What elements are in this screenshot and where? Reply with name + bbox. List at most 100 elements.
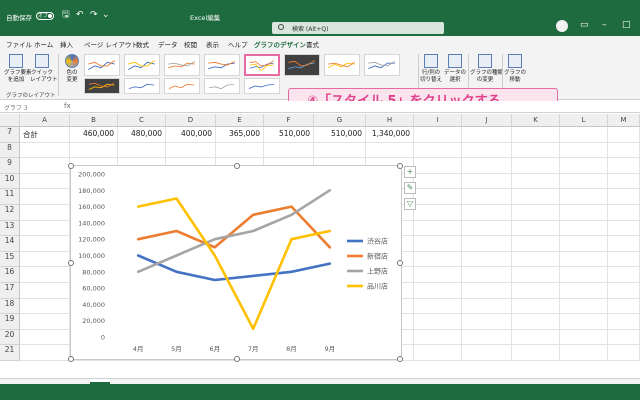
cell-K12[interactable] <box>512 205 560 221</box>
minimize-icon[interactable]: – <box>602 20 607 30</box>
cell-I9[interactable] <box>414 158 462 174</box>
cell-I12[interactable] <box>414 205 462 221</box>
cell-H8[interactable] <box>366 142 414 159</box>
cell-I14[interactable] <box>414 236 462 252</box>
cell-A9[interactable] <box>20 158 70 174</box>
resize-handle[interactable] <box>68 356 74 362</box>
cell-E8[interactable] <box>216 142 264 159</box>
cell-D7[interactable]: 400,000 <box>166 127 216 143</box>
cell-A18[interactable] <box>20 298 70 315</box>
cell-L7[interactable] <box>560 127 608 143</box>
cell-L13[interactable] <box>560 220 608 237</box>
cell-L19[interactable] <box>560 314 608 330</box>
chart-style-12[interactable] <box>204 78 240 94</box>
chart-style-10[interactable] <box>124 78 160 94</box>
resize-handle[interactable] <box>68 260 74 266</box>
cell-M16[interactable] <box>608 267 640 283</box>
cell-F7[interactable]: 510,000 <box>264 127 314 143</box>
line-chart[interactable]: 0 20,000 40,000 60,000 80,000 100,000 120,000 1… <box>68 163 403 362</box>
row-header-21[interactable]: 21 <box>0 345 20 361</box>
cell-K9[interactable] <box>512 158 560 174</box>
cell-K11[interactable] <box>512 189 560 205</box>
resize-handle[interactable] <box>397 163 403 169</box>
fx-icon[interactable]: fx <box>64 102 71 110</box>
cell-J18[interactable] <box>462 298 512 315</box>
cell-J11[interactable] <box>462 189 512 205</box>
chart-style-3[interactable] <box>164 54 200 76</box>
resize-handle[interactable] <box>234 356 240 362</box>
column-header-L[interactable]: L <box>560 114 608 127</box>
column-header-A[interactable]: A <box>20 114 70 127</box>
chart-filter-icon[interactable]: ▽ <box>404 198 416 210</box>
cell-M7[interactable] <box>608 127 640 143</box>
cell-A11[interactable] <box>20 189 70 205</box>
cell-I7[interactable] <box>414 127 462 143</box>
cell-A7[interactable]: 合計 <box>20 127 70 143</box>
cell-A12[interactable] <box>20 205 70 221</box>
cell-M9[interactable] <box>608 158 640 174</box>
tab-2[interactable]: 挿入 <box>60 39 73 49</box>
cell-M11[interactable] <box>608 189 640 205</box>
cell-J8[interactable] <box>462 142 512 159</box>
cell-C8[interactable] <box>118 142 166 159</box>
row-header-12[interactable]: 12 <box>0 205 20 221</box>
cell-I17[interactable] <box>414 283 462 299</box>
cell-I20[interactable] <box>414 329 462 346</box>
row-header-18[interactable]: 18 <box>0 298 20 315</box>
resize-handle[interactable] <box>397 260 403 266</box>
cell-B7[interactable]: 460,000 <box>70 127 118 143</box>
cell-C7[interactable]: 480,000 <box>118 127 166 143</box>
cell-A13[interactable] <box>20 220 70 237</box>
cell-M21[interactable] <box>608 345 640 361</box>
column-header-J[interactable]: J <box>462 114 512 127</box>
chart-style-1[interactable] <box>84 54 120 76</box>
resize-handle[interactable] <box>397 356 403 362</box>
resize-handle[interactable] <box>68 163 74 169</box>
cell-A19[interactable] <box>20 314 70 330</box>
chart-style-4[interactable] <box>204 54 240 76</box>
cell-I13[interactable] <box>414 220 462 237</box>
cell-B8[interactable] <box>70 142 118 159</box>
select-all-corner[interactable] <box>0 114 20 127</box>
restore-icon[interactable]: □ <box>622 20 631 30</box>
cell-K16[interactable] <box>512 267 560 283</box>
chart-style-5[interactable] <box>244 54 280 76</box>
cell-K13[interactable] <box>512 220 560 237</box>
tab-7[interactable]: 表示 <box>206 39 219 49</box>
cell-L14[interactable] <box>560 236 608 252</box>
cell-I8[interactable] <box>414 142 462 159</box>
row-header-8[interactable]: 8 <box>0 142 20 159</box>
cell-K18[interactable] <box>512 298 560 315</box>
tab-4[interactable]: 数式 <box>136 39 149 49</box>
row-header-19[interactable]: 19 <box>0 314 20 330</box>
cell-M19[interactable] <box>608 314 640 330</box>
cell-J19[interactable] <box>462 314 512 330</box>
search-box[interactable]: 検索 (Alt+Q) <box>272 22 444 34</box>
cell-G7[interactable]: 510,000 <box>314 127 366 143</box>
chart-style-9[interactable] <box>84 78 120 94</box>
column-header-E[interactable]: E <box>216 114 264 127</box>
row-header-7[interactable]: 7 <box>0 127 20 143</box>
cell-I10[interactable] <box>414 173 462 190</box>
chart-style-6[interactable] <box>284 54 320 76</box>
row-header-14[interactable]: 14 <box>0 236 20 252</box>
cell-A20[interactable] <box>20 329 70 346</box>
row-header-20[interactable]: 20 <box>0 329 20 346</box>
cell-M18[interactable] <box>608 298 640 315</box>
cell-J10[interactable] <box>462 173 512 190</box>
tab-0[interactable]: ファイル <box>6 39 32 49</box>
cell-J21[interactable] <box>462 345 512 361</box>
cell-L12[interactable] <box>560 205 608 221</box>
cell-M12[interactable] <box>608 205 640 221</box>
cell-A21[interactable] <box>20 345 70 361</box>
cell-E7[interactable]: 365,000 <box>216 127 264 143</box>
cell-L9[interactable] <box>560 158 608 174</box>
cell-I21[interactable] <box>414 345 462 361</box>
column-header-I[interactable]: I <box>414 114 462 127</box>
cell-A8[interactable] <box>20 142 70 159</box>
cell-K15[interactable] <box>512 251 560 268</box>
column-header-D[interactable]: D <box>166 114 216 127</box>
cell-J16[interactable] <box>462 267 512 283</box>
cell-M15[interactable] <box>608 251 640 268</box>
cell-A16[interactable] <box>20 267 70 283</box>
